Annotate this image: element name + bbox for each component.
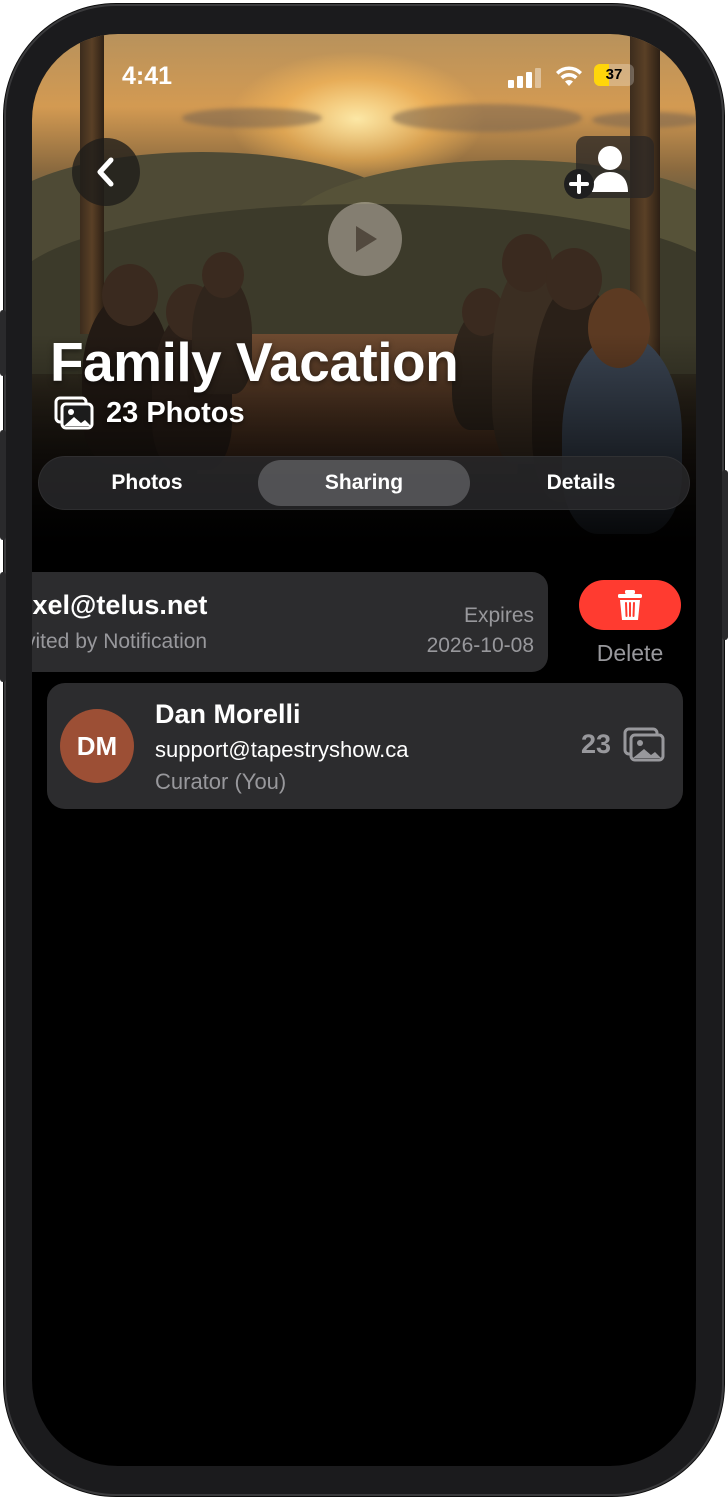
status-time: 4:41 bbox=[122, 62, 173, 90]
tab-photos[interactable]: Photos bbox=[42, 460, 252, 506]
wifi-icon bbox=[556, 66, 582, 86]
member-role: Curator (You) bbox=[155, 769, 287, 794]
photo-stack-icon bbox=[54, 396, 94, 430]
tab-sharing[interactable]: Sharing bbox=[258, 460, 470, 506]
photo-count: 23 Photos bbox=[106, 396, 245, 429]
tab-details[interactable]: Details bbox=[476, 460, 686, 506]
photo-count-row: 23 Photos bbox=[54, 396, 245, 430]
side-button-volume-up bbox=[0, 430, 6, 540]
chevron-left-icon bbox=[97, 157, 114, 187]
play-icon bbox=[356, 226, 377, 252]
delete-label: Delete bbox=[596, 640, 664, 666]
add-user-button[interactable] bbox=[564, 136, 654, 199]
photo-stack-icon bbox=[623, 727, 665, 762]
battery-level: 37 bbox=[605, 66, 623, 83]
album-title: Family Vacation bbox=[50, 331, 459, 393]
expires-label: Expires bbox=[463, 604, 534, 627]
member-row[interactable]: DM Dan Morelli support@tapestryshow.ca C… bbox=[47, 683, 683, 809]
member-email: support@tapestryshow.ca bbox=[155, 737, 409, 762]
delete-button[interactable] bbox=[579, 580, 681, 630]
back-button[interactable] bbox=[72, 138, 140, 206]
side-button-volume-down bbox=[0, 572, 6, 682]
invite-source: vited by Notification bbox=[32, 630, 208, 653]
expires-date: 2026-10-08 bbox=[426, 634, 534, 657]
invite-email: ixel@telus.net bbox=[32, 590, 208, 620]
side-button-power bbox=[722, 470, 728, 640]
segmented-tabs: Photos Sharing Details bbox=[38, 456, 690, 510]
play-slideshow-button[interactable] bbox=[328, 202, 402, 276]
invite-row[interactable]: ixel@telus.net vited by Notification Exp… bbox=[32, 572, 548, 672]
avatar: DM bbox=[60, 709, 134, 783]
member-photo-count: 23 bbox=[580, 729, 611, 759]
trash-icon bbox=[618, 590, 642, 620]
member-name: Dan Morelli bbox=[155, 699, 301, 729]
battery-indicator: 37 bbox=[594, 64, 634, 86]
cellular-signal-icon bbox=[508, 66, 542, 88]
side-button-mute bbox=[0, 310, 6, 376]
screen: 4:41 37 Family Vacation 23 Photos Photos… bbox=[32, 34, 696, 1466]
add-person-icon bbox=[564, 146, 628, 199]
